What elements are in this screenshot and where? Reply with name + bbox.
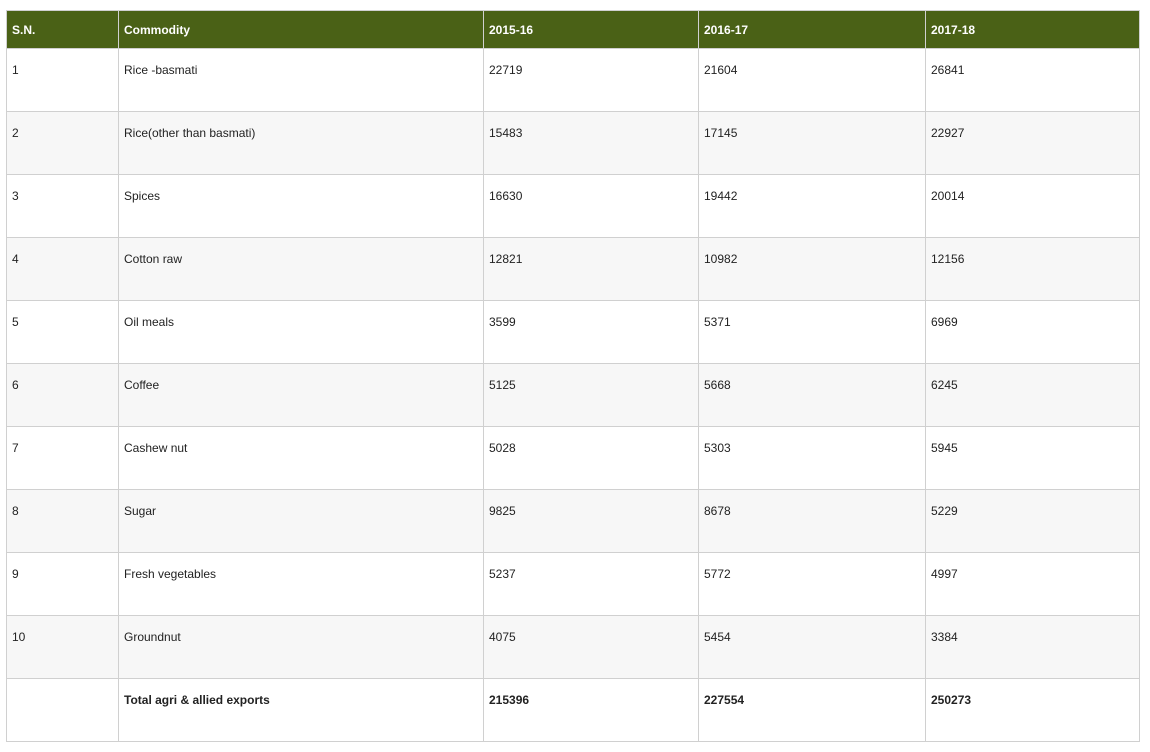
cell-sn	[6, 678, 119, 742]
cell-2017-18: 5229	[925, 489, 1140, 553]
cell-2015-16: 3599	[483, 300, 699, 364]
cell-2015-16: 5125	[483, 363, 699, 427]
cell-sn: 10	[6, 615, 119, 679]
table-row: 2 Rice(other than basmati) 15483 17145 2…	[6, 111, 1140, 175]
cell-2017-18: 6245	[925, 363, 1140, 427]
table-row: 7 Cashew nut 5028 5303 5945	[6, 426, 1140, 490]
cell-2016-17: 17145	[698, 111, 926, 175]
cell-commodity: Rice(other than basmati)	[118, 111, 484, 175]
cell-2017-18: 22927	[925, 111, 1140, 175]
cell-2017-18: 26841	[925, 48, 1140, 112]
cell-commodity: Coffee	[118, 363, 484, 427]
total-2017-18: 250273	[925, 678, 1140, 742]
cell-commodity: Cashew nut	[118, 426, 484, 490]
header-commodity: Commodity	[118, 10, 484, 49]
cell-2017-18: 20014	[925, 174, 1140, 238]
cell-sn: 2	[6, 111, 119, 175]
cell-2016-17: 19442	[698, 174, 926, 238]
total-row: Total agri & allied exports 215396 22755…	[6, 678, 1140, 742]
header-2017-18: 2017-18	[925, 10, 1140, 49]
cell-2015-16: 12821	[483, 237, 699, 301]
cell-sn: 1	[6, 48, 119, 112]
cell-sn: 8	[6, 489, 119, 553]
cell-commodity: Fresh vegetables	[118, 552, 484, 616]
cell-2015-16: 16630	[483, 174, 699, 238]
table-body: 1 Rice -basmati 22719 21604 26841 2 Rice…	[6, 48, 1140, 742]
table-row: 3 Spices 16630 19442 20014	[6, 174, 1140, 238]
cell-2015-16: 22719	[483, 48, 699, 112]
cell-2016-17: 5454	[698, 615, 926, 679]
cell-sn: 9	[6, 552, 119, 616]
cell-sn: 3	[6, 174, 119, 238]
table-row: 5 Oil meals 3599 5371 6969	[6, 300, 1140, 364]
table-row: 6 Coffee 5125 5668 6245	[6, 363, 1140, 427]
cell-2016-17: 21604	[698, 48, 926, 112]
agri-exports-table: S.N. Commodity 2015-16 2016-17 2017-18 1…	[6, 10, 1140, 742]
cell-2017-18: 4997	[925, 552, 1140, 616]
header-row: S.N. Commodity 2015-16 2016-17 2017-18	[6, 10, 1140, 49]
cell-sn: 6	[6, 363, 119, 427]
header-sn: S.N.	[6, 10, 119, 49]
cell-2016-17: 5303	[698, 426, 926, 490]
cell-sn: 4	[6, 237, 119, 301]
cell-commodity: Sugar	[118, 489, 484, 553]
cell-sn: 7	[6, 426, 119, 490]
cell-2015-16: 5028	[483, 426, 699, 490]
total-2015-16: 215396	[483, 678, 699, 742]
total-label: Total agri & allied exports	[118, 678, 484, 742]
cell-2016-17: 10982	[698, 237, 926, 301]
cell-2017-18: 6969	[925, 300, 1140, 364]
table-row: 9 Fresh vegetables 5237 5772 4997	[6, 552, 1140, 616]
table-header: S.N. Commodity 2015-16 2016-17 2017-18	[6, 10, 1140, 49]
cell-commodity: Groundnut	[118, 615, 484, 679]
cell-commodity: Spices	[118, 174, 484, 238]
cell-commodity: Cotton raw	[118, 237, 484, 301]
cell-2017-18: 5945	[925, 426, 1140, 490]
table-row: 10 Groundnut 4075 5454 3384	[6, 615, 1140, 679]
table-row: 4 Cotton raw 12821 10982 12156	[6, 237, 1140, 301]
cell-2017-18: 12156	[925, 237, 1140, 301]
cell-2016-17: 5668	[698, 363, 926, 427]
cell-2017-18: 3384	[925, 615, 1140, 679]
table-row: 8 Sugar 9825 8678 5229	[6, 489, 1140, 553]
total-2016-17: 227554	[698, 678, 926, 742]
cell-2015-16: 9825	[483, 489, 699, 553]
cell-2015-16: 4075	[483, 615, 699, 679]
cell-2016-17: 8678	[698, 489, 926, 553]
header-2016-17: 2016-17	[698, 10, 926, 49]
cell-commodity: Rice -basmati	[118, 48, 484, 112]
cell-commodity: Oil meals	[118, 300, 484, 364]
cell-2015-16: 15483	[483, 111, 699, 175]
cell-2016-17: 5772	[698, 552, 926, 616]
cell-sn: 5	[6, 300, 119, 364]
exports-table-container: S.N. Commodity 2015-16 2016-17 2017-18 1…	[6, 10, 1140, 742]
cell-2015-16: 5237	[483, 552, 699, 616]
cell-2016-17: 5371	[698, 300, 926, 364]
table-row: 1 Rice -basmati 22719 21604 26841	[6, 48, 1140, 112]
header-2015-16: 2015-16	[483, 10, 699, 49]
